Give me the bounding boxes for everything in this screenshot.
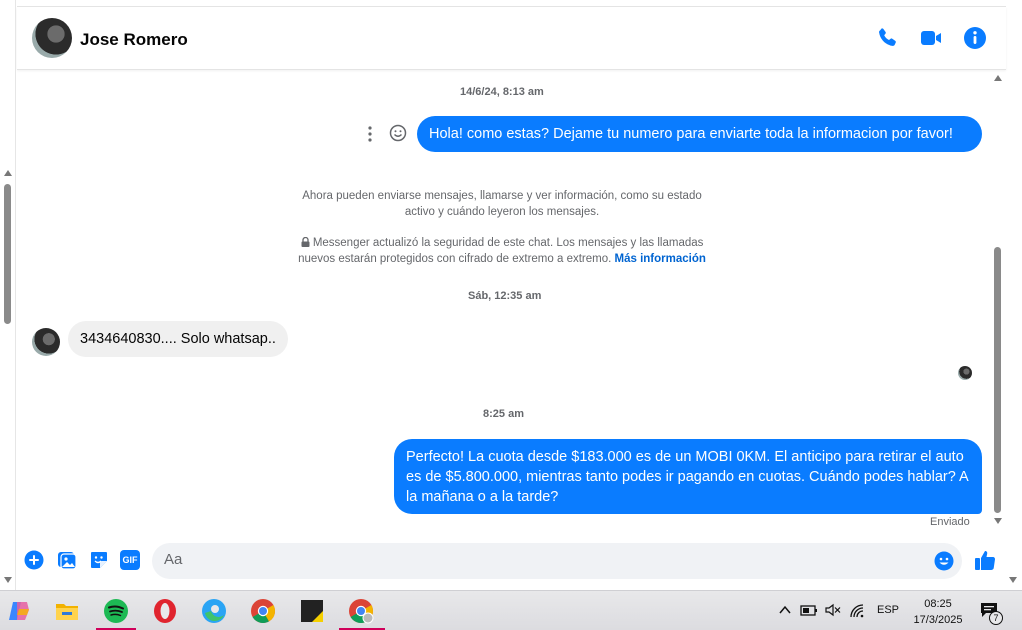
taskbar: ESP 08:25 17/3/2025 7 <box>0 590 1022 630</box>
sticker-icon[interactable] <box>89 550 109 570</box>
lock-icon <box>301 237 310 247</box>
timestamp: 14/6/24, 8:13 am <box>460 86 544 98</box>
edge-icon[interactable] <box>200 597 228 625</box>
scroll-up-arrow[interactable] <box>994 75 1002 81</box>
messages-scrollbar[interactable] <box>991 70 1005 532</box>
notification-count-badge: 7 <box>989 611 1003 625</box>
timestamp: Sáb, 12:35 am <box>468 290 542 302</box>
system-notice: Ahora pueden enviarse mensajes, llamarse… <box>277 188 727 220</box>
message-input-wrapper[interactable] <box>152 543 962 579</box>
timestamp: 8:25 am <box>483 408 524 420</box>
page-scrollbar-right <box>1004 0 1022 590</box>
more-info-link[interactable]: Más información <box>615 253 706 265</box>
chrome-icon[interactable] <box>249 597 277 625</box>
chrome-profile-icon[interactable] <box>347 597 375 625</box>
copilot-icon[interactable] <box>5 597 33 625</box>
like-icon[interactable] <box>974 549 996 571</box>
scroll-down-arrow[interactable] <box>4 577 12 583</box>
scroll-up-arrow[interactable] <box>4 170 12 176</box>
scroll-down-arrow[interactable] <box>1009 577 1017 583</box>
add-icon[interactable] <box>24 550 44 570</box>
sticky-notes-icon[interactable] <box>298 597 326 625</box>
contact-avatar-small[interactable] <box>32 328 60 356</box>
encryption-notice: Messenger actualizó la seguridad de este… <box>267 235 737 267</box>
react-emoji-icon[interactable] <box>389 124 407 142</box>
info-icon[interactable] <box>963 26 987 50</box>
input-language[interactable]: ESP <box>877 604 899 616</box>
encryption-notice-line: nuevos estarán protegidos con cifrado de… <box>298 253 612 265</box>
clock-date: 17/3/2025 <box>913 614 963 626</box>
battery-icon[interactable] <box>800 603 818 617</box>
phone-icon[interactable] <box>875 26 899 50</box>
video-call-icon[interactable] <box>919 26 943 50</box>
clock-time: 08:25 <box>924 598 952 610</box>
message-bubble-outgoing[interactable]: Hola! como estas? Dejame tu numero para … <box>417 116 982 152</box>
message-status: Enviado <box>930 516 970 528</box>
photo-icon[interactable] <box>57 550 77 570</box>
file-explorer-icon[interactable] <box>53 597 81 625</box>
page-scrollbar[interactable] <box>0 0 16 590</box>
message-composer: GIF <box>17 541 1006 581</box>
message-input[interactable] <box>164 551 924 568</box>
speaker-muted-icon[interactable] <box>824 603 842 617</box>
system-notice-line: activo y cuándo leyeron los mensajes. <box>404 206 600 218</box>
opera-icon[interactable] <box>151 597 179 625</box>
scroll-thumb[interactable] <box>994 247 1001 513</box>
chat-window: Jose Romero 14/6/24, 8:13 am Hola! como … <box>17 6 1006 590</box>
scroll-thumb[interactable] <box>4 184 11 324</box>
spotify-icon[interactable] <box>102 597 130 625</box>
contact-avatar[interactable] <box>32 18 72 58</box>
chevron-up-icon[interactable] <box>779 605 791 615</box>
message-bubble-outgoing[interactable]: Perfecto! La cuota desde $183.000 es de … <box>394 439 982 514</box>
gif-button[interactable]: GIF <box>120 550 140 570</box>
emoji-icon[interactable] <box>934 551 954 571</box>
chat-header: Jose Romero <box>17 7 1006 70</box>
contact-name[interactable]: Jose Romero <box>80 30 188 50</box>
read-receipt-avatar <box>958 366 972 380</box>
scroll-down-arrow[interactable] <box>994 518 1002 524</box>
wifi-icon[interactable] <box>849 603 867 619</box>
system-notice-line: Ahora pueden enviarse mensajes, llamarse… <box>302 190 702 202</box>
encryption-notice-line: Messenger actualizó la seguridad de este… <box>312 237 704 249</box>
clock[interactable]: 08:25 17/3/2025 <box>910 596 966 628</box>
message-bubble-incoming[interactable]: 3434640830.... Solo whatsap.. <box>68 321 288 357</box>
system-tray: ESP 08:25 17/3/2025 7 <box>775 591 1022 630</box>
more-options-icon[interactable] <box>364 125 376 143</box>
